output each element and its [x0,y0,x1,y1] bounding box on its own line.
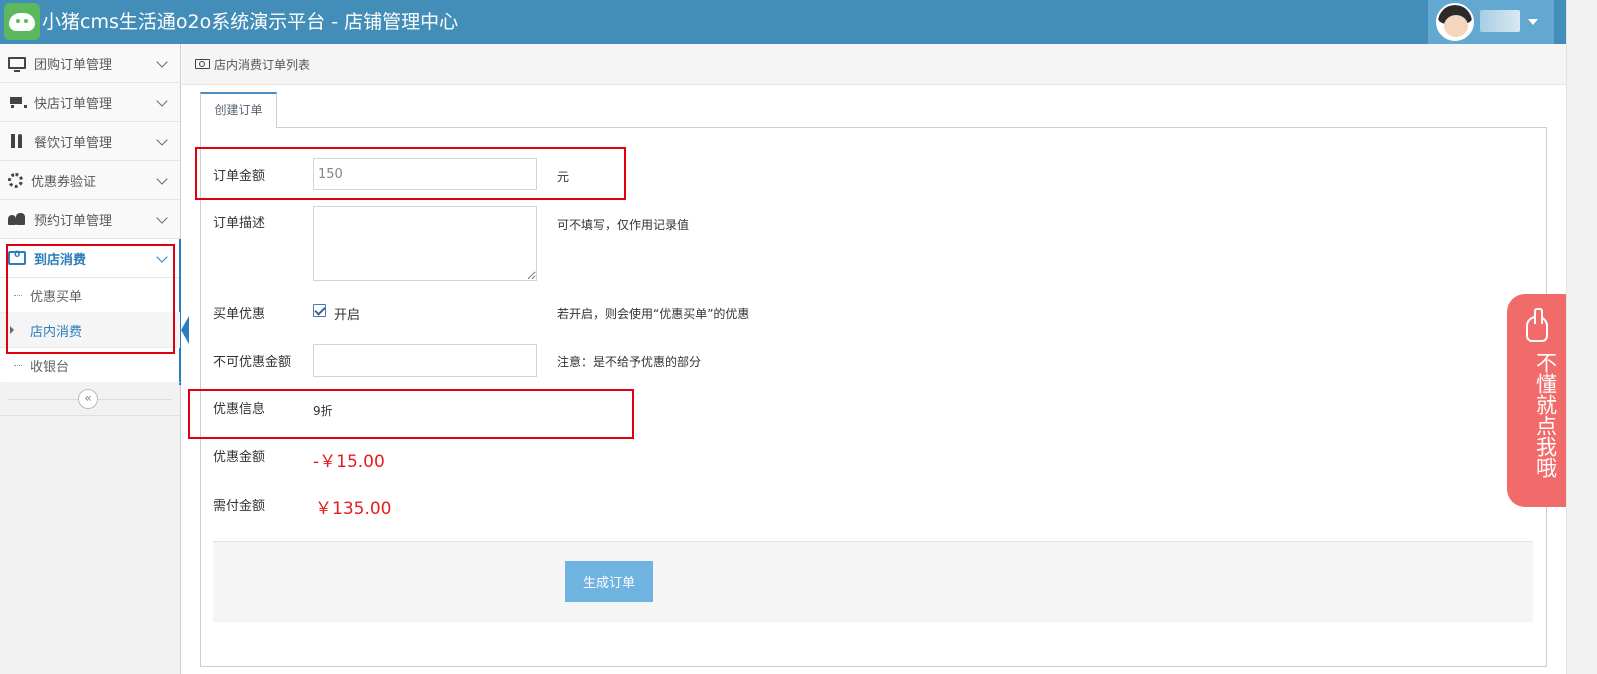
sidebar-item-label: 预约订单管理 [34,213,113,229]
user-menu[interactable] [1428,0,1554,44]
discount-enable-option[interactable]: 开启 [334,304,360,323]
sidebar-item-label: 到店消费 [34,252,87,268]
amount-input[interactable] [313,158,537,190]
sidebar-item-food-orders[interactable]: 餐饮订单管理 [0,122,180,161]
sidebar-item-label: 优惠券验证 [31,174,97,190]
user-name-blurred [1480,10,1520,32]
sidebar-collapse-bar: « [0,383,180,416]
form-actions-bar [213,541,1533,622]
sidebar: 团购订单管理 快店订单管理 餐饮订单管理 优惠券验证 预约订单管理 到店消费 优… [0,44,189,674]
hand-pointer-icon [1526,308,1548,342]
top-navbar: 小猪cms生活通o2o系统演示平台 - 店铺管理中心 [0,0,1566,44]
breadcrumb-label[interactable]: 店内消费订单列表 [214,56,310,73]
non-discount-amount-hint: 注意：是不给予优惠的部分 [557,355,702,369]
generate-order-button[interactable]: 生成订单 [565,561,653,602]
discount-info-value: 9折 [313,404,333,418]
chevron-down-icon [156,173,168,185]
submenu-item-discount-pay[interactable]: 优惠买单 [0,278,180,313]
food-icon [8,134,26,148]
chevron-down-icon [156,56,168,68]
discount-enable-checkbox[interactable] [313,304,326,317]
submenu: 优惠买单 店内消费 收银台 [0,278,189,383]
breadcrumb: 店内消费订单列表 [182,44,1566,85]
caret-down-icon[interactable] [1528,19,1538,25]
sidebar-item-coupon-verify[interactable]: 优惠券验证 [0,161,180,200]
help-tab[interactable]: 不懂就点我哦 [1507,294,1566,507]
help-tab-label: 不懂就点我哦 [1533,352,1558,478]
sidebar-item-label: 团购订单管理 [34,57,113,73]
amount-unit: 元 [557,170,570,184]
non-discount-amount-label: 不可优惠金额 [213,355,292,370]
logo-icon [4,3,40,40]
sidebar-item-label: 餐饮订单管理 [34,135,113,151]
app-title: 小猪cms生活通o2o系统演示平台 - 店铺管理中心 [42,11,459,33]
description-label: 订单描述 [213,216,266,231]
discount-toggle-hint: 若开启，则会使用“优惠买单”的优惠 [557,307,750,321]
non-discount-amount-input[interactable] [313,344,537,377]
chevron-down-icon [156,95,168,107]
submenu-item-in-store-consume[interactable]: 店内消费 [0,313,189,348]
tab-create-order[interactable]: 创建订单 [200,92,277,128]
money-icon [195,59,210,69]
monitor-icon [8,57,26,72]
sidebar-item-label: 快店订单管理 [34,96,113,112]
amount-label: 订单金额 [213,169,266,184]
discount-amount-value: -￥15.00 [313,452,385,472]
sidebar-item-group-orders[interactable]: 团购订单管理 [0,44,180,83]
cart-icon [8,95,27,109]
sidebar-item-appointment-orders[interactable]: 预约订单管理 [0,200,180,239]
users-icon [8,212,26,226]
avatar[interactable] [1436,3,1474,41]
page-scrollbar[interactable] [1566,0,1597,674]
sidebar-item-shop-orders[interactable]: 快店订单管理 [0,83,180,122]
chevron-down-icon [156,134,168,146]
submenu-item-cashier[interactable]: 收银台 [0,348,180,383]
discount-info-label: 优惠信息 [213,402,266,417]
payable-amount-value: ￥135.00 [315,499,392,519]
payable-amount-label: 需付金额 [213,499,266,514]
description-hint: 可不填写，仅作用记录值 [557,218,690,232]
discount-toggle-label: 买单优惠 [213,307,266,322]
chevron-down-icon [156,212,168,224]
money-icon [8,250,26,265]
collapse-sidebar-button[interactable]: « [78,389,98,409]
description-textarea[interactable] [313,206,537,281]
chevron-down-icon [156,251,168,263]
discount-amount-label: 优惠金额 [213,450,266,465]
sidebar-item-in-store[interactable]: 到店消费 [0,239,181,385]
gear-icon [8,172,23,188]
